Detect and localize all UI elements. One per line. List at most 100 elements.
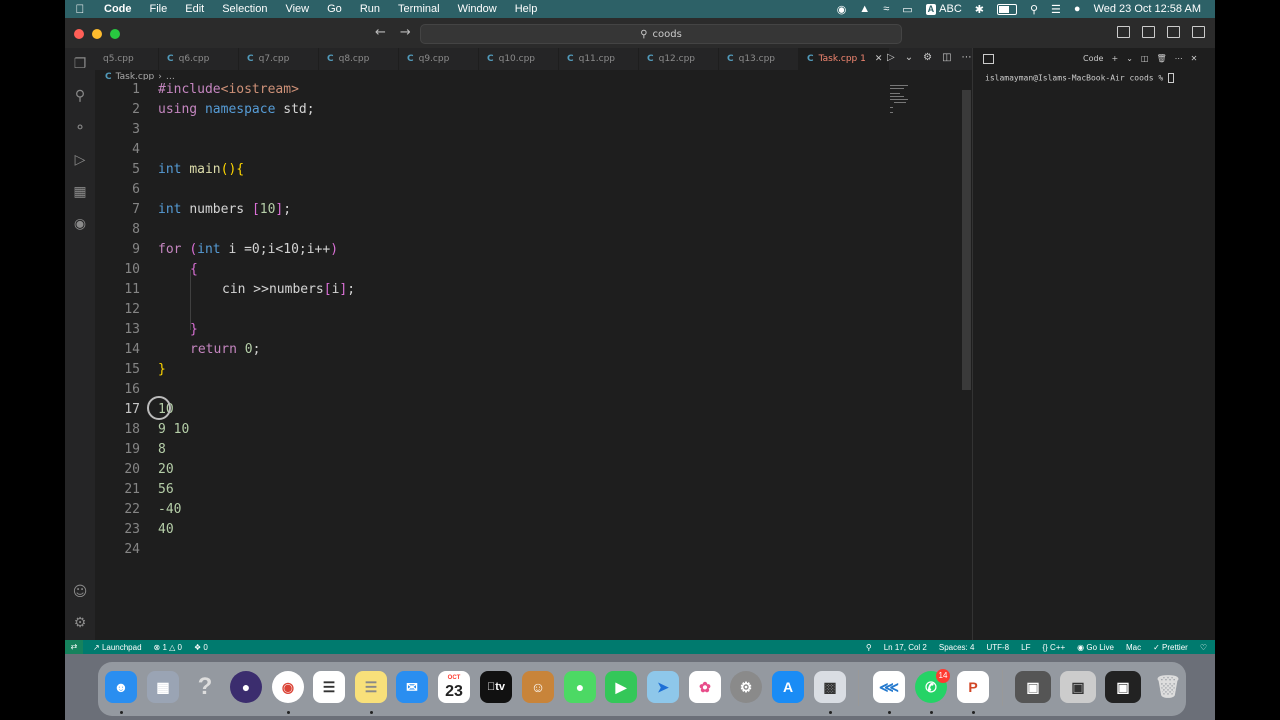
- calendar-icon[interactable]: OCT 23: [438, 671, 470, 703]
- source-control-icon[interactable]: ⚬: [72, 120, 88, 136]
- tab-q7[interactable]: Cq7.cpp: [239, 48, 319, 70]
- cursor-position[interactable]: Ln 17, Col 2: [884, 643, 927, 652]
- messages-icon[interactable]: ●: [564, 671, 596, 703]
- more-actions-icon[interactable]: ⋯: [1175, 54, 1183, 63]
- toggle-secondary-sidebar-icon[interactable]: [1167, 26, 1180, 38]
- close-window-button[interactable]: [74, 29, 84, 39]
- trash-icon[interactable]: 🗑: [1156, 54, 1166, 63]
- close-panel-icon[interactable]: ✕: [1191, 54, 1198, 63]
- menu-clock[interactable]: Wed 23 Oct 12:58 AM: [1094, 3, 1201, 15]
- terminal-name[interactable]: Code: [1083, 54, 1103, 63]
- go-live[interactable]: ◉ Go Live: [1077, 643, 1114, 652]
- preview-icon[interactable]: ▩: [814, 671, 846, 703]
- help-icon[interactable]: ?: [189, 671, 221, 703]
- terminal-output[interactable]: islamayman@Islams-MacBook-Air coods %: [985, 73, 1175, 83]
- apple-tv-icon[interactable]: tv: [480, 671, 512, 703]
- split-terminal-icon[interactable]: ◫: [1141, 54, 1149, 63]
- chevron-down-icon[interactable]: ⌄: [905, 52, 913, 63]
- language-mode[interactable]: {} C++: [1042, 643, 1065, 652]
- tab-q5[interactable]: q5.cpp: [95, 48, 159, 70]
- ports-item[interactable]: ❖ 0: [194, 643, 208, 652]
- chevron-down-icon[interactable]: ⌄: [1126, 54, 1133, 63]
- tab-q13[interactable]: Cq13.cpp: [719, 48, 799, 70]
- tab-q9[interactable]: Cq9.cpp: [399, 48, 479, 70]
- encoding[interactable]: UTF-8: [986, 643, 1009, 652]
- prettier[interactable]: ✓ Prettier: [1153, 643, 1188, 652]
- finder-icon[interactable]: ☻: [105, 671, 137, 703]
- wifi-icon[interactable]: ≈: [883, 3, 889, 15]
- close-tab-icon[interactable]: ✕: [875, 54, 883, 64]
- split-editor-icon[interactable]: ◫: [942, 52, 951, 63]
- menu-window[interactable]: Window: [449, 3, 506, 15]
- explorer-icon[interactable]: ❐: [72, 56, 88, 72]
- run-debug-icon[interactable]: ▷: [72, 152, 88, 168]
- input-source-menu[interactable]: A ABC: [925, 3, 962, 15]
- maps-icon[interactable]: ➤: [647, 671, 679, 703]
- tab-task[interactable]: C Task.cpp 1 ✕: [799, 48, 889, 70]
- contacts-icon[interactable]: ☺: [522, 671, 554, 703]
- tab-q8[interactable]: Cq8.cpp: [319, 48, 399, 70]
- launchpad-icon[interactable]: ▦: [147, 671, 179, 703]
- back-arrow-icon[interactable]: ←: [375, 25, 386, 40]
- tab-q11[interactable]: Cq11.cpp: [559, 48, 639, 70]
- remote-explorer-icon[interactable]: ◉: [72, 216, 88, 232]
- minimized-window-thumbnail[interactable]: ▣: [1060, 671, 1096, 703]
- apple-menu-icon[interactable]: : [65, 2, 95, 16]
- code-editor[interactable]: 1 #include<iostream> 2 using namespace s…: [95, 80, 965, 640]
- notifications-icon[interactable]: ♡: [1200, 643, 1207, 652]
- text-icon[interactable]: ▲: [859, 3, 870, 15]
- siri-icon[interactable]: ●: [230, 671, 262, 703]
- mail-icon[interactable]: ✉: [396, 671, 428, 703]
- siri-icon[interactable]: ●: [1074, 3, 1081, 15]
- menu-run[interactable]: Run: [351, 3, 389, 15]
- battery-icon[interactable]: [996, 3, 1017, 15]
- account-icon[interactable]: ☺: [72, 584, 88, 600]
- tab-q6[interactable]: Cq6.cpp: [159, 48, 239, 70]
- command-center-search[interactable]: ⚲ coods: [420, 24, 902, 44]
- more-actions-icon[interactable]: ⋯: [962, 52, 972, 63]
- menu-app-name[interactable]: Code: [95, 3, 141, 15]
- remote-indicator-icon[interactable]: ⇄: [65, 640, 83, 654]
- minimize-window-button[interactable]: [92, 29, 102, 39]
- end-of-line[interactable]: LF: [1021, 643, 1030, 652]
- record-icon[interactable]: ◉: [837, 3, 847, 16]
- minimized-window-thumbnail[interactable]: ▣: [1105, 671, 1141, 703]
- facetime-icon[interactable]: ▶: [605, 671, 637, 703]
- bluetooth-icon[interactable]: ✱: [975, 3, 984, 16]
- toggle-panel-icon[interactable]: [1142, 26, 1155, 38]
- platform-item[interactable]: Mac: [1126, 643, 1141, 652]
- menu-help[interactable]: Help: [506, 3, 547, 15]
- minimized-window-thumbnail[interactable]: ▣: [1015, 671, 1051, 703]
- app-store-icon[interactable]: A: [772, 671, 804, 703]
- display-icon[interactable]: ▭: [902, 3, 912, 16]
- tab-q10[interactable]: Cq10.cpp: [479, 48, 559, 70]
- minimap[interactable]: [890, 85, 940, 125]
- reminders-icon[interactable]: ☰: [313, 671, 345, 703]
- terminal-icon[interactable]: [983, 54, 994, 64]
- search-icon[interactable]: ⚲: [1030, 3, 1038, 16]
- notes-icon[interactable]: ☰: [355, 671, 387, 703]
- trash-icon[interactable]: 🗑: [1152, 671, 1184, 703]
- menu-terminal[interactable]: Terminal: [389, 3, 449, 15]
- toggle-sidebar-icon[interactable]: [1117, 26, 1130, 38]
- menu-go[interactable]: Go: [318, 3, 351, 15]
- tab-q12[interactable]: Cq12.cpp: [639, 48, 719, 70]
- photos-icon[interactable]: ✿: [689, 671, 721, 703]
- powerpoint-icon[interactable]: P: [957, 671, 989, 703]
- gear-icon[interactable]: ⚙: [923, 52, 932, 63]
- system-settings-icon[interactable]: ⚙: [730, 671, 762, 703]
- menu-view[interactable]: View: [276, 3, 318, 15]
- extensions-icon[interactable]: ▦: [72, 184, 88, 200]
- gear-icon[interactable]: ⚙: [72, 615, 88, 631]
- run-icon[interactable]: ▷: [887, 52, 895, 63]
- menu-file[interactable]: File: [141, 3, 177, 15]
- menu-selection[interactable]: Selection: [213, 3, 276, 15]
- control-center-icon[interactable]: ☰: [1051, 3, 1061, 16]
- search-icon[interactable]: ⚲: [72, 88, 88, 104]
- vscode-icon[interactable]: ⋘: [873, 671, 905, 703]
- problems-item[interactable]: ⊗ 1 △ 0: [154, 643, 182, 652]
- chrome-icon[interactable]: ◉: [272, 671, 304, 703]
- forward-arrow-icon[interactable]: →: [400, 25, 411, 40]
- new-terminal-icon[interactable]: +: [1111, 54, 1118, 63]
- editor-scrollbar[interactable]: [962, 90, 971, 390]
